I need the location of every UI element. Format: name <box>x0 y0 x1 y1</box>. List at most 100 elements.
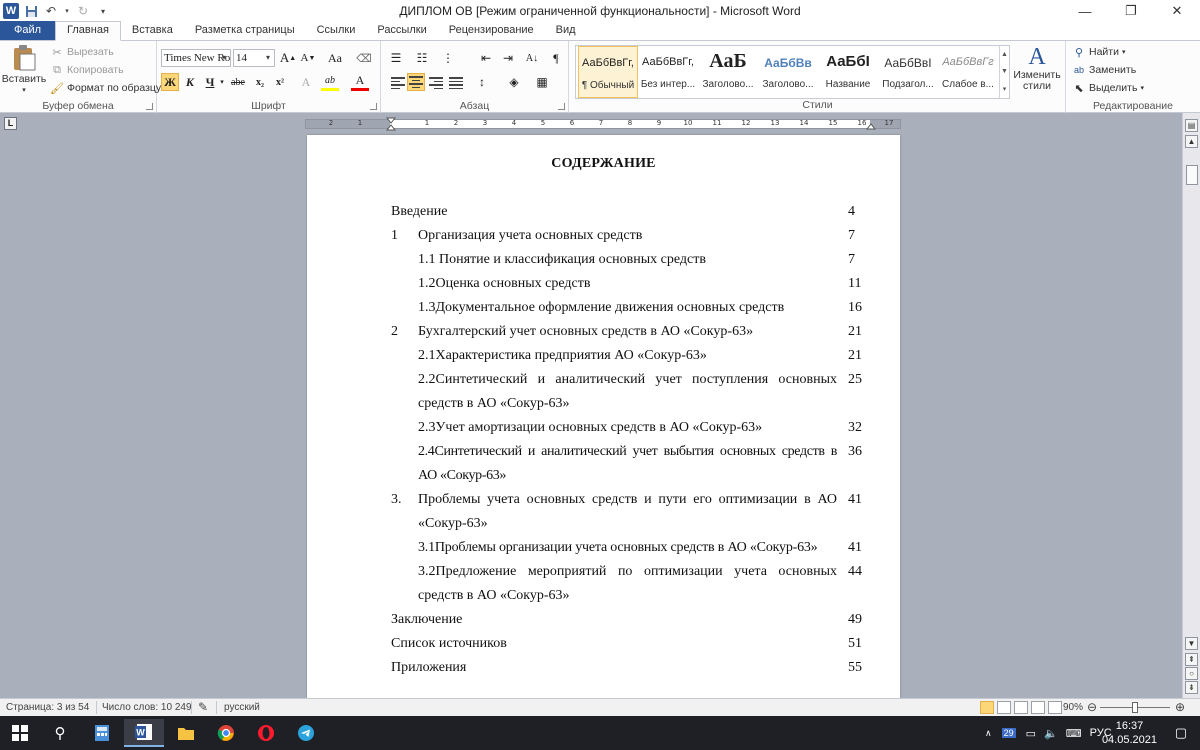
line-spacing-icon[interactable]: ↕ <box>473 73 491 91</box>
change-styles-button[interactable]: A Изменить стили <box>1013 44 1060 92</box>
scroll-up-icon[interactable]: ▲ <box>1185 135 1198 148</box>
next-page-icon[interactable]: ⇟ <box>1185 681 1198 694</box>
keyboard-layout-icon[interactable]: ⌨ <box>1066 727 1082 740</box>
cut-button[interactable]: ✂ Вырезать <box>50 45 113 59</box>
network-icon[interactable]: ▭ <box>1026 727 1036 740</box>
font-family-select[interactable]: Times New Ro ▾ <box>161 49 231 67</box>
toc-entry[interactable]: 3.1Проблемы организации учета основных с… <box>391 536 863 560</box>
style-heading-1[interactable]: АаБ Заголово... <box>698 46 758 98</box>
tab-review[interactable]: Рецензирование <box>438 22 545 40</box>
bold-button[interactable]: Ж <box>161 73 179 91</box>
zoom-in-icon[interactable]: ⊕ <box>1175 700 1185 714</box>
tab-insert[interactable]: Вставка <box>121 22 184 40</box>
file-explorer-icon[interactable] <box>166 719 206 747</box>
word-app-icon[interactable]: W <box>3 3 19 19</box>
tab-home[interactable]: Главная <box>55 21 121 41</box>
toc-entry[interactable]: 1.1 Понятие и классификация основных сре… <box>391 248 863 272</box>
grow-font-button[interactable]: A ▲ <box>279 49 297 67</box>
draft-view-icon[interactable] <box>1048 701 1062 714</box>
save-icon[interactable] <box>23 3 39 19</box>
clock[interactable]: 16:37 04.05.2021 <box>1102 719 1157 747</box>
undo-dropdown-icon[interactable]: ▾ <box>63 3 71 19</box>
style-normal[interactable]: АаБбВвГг, ¶ Обычный <box>578 46 638 98</box>
toc-entry[interactable]: 2.4Синтетический и аналитический учет вы… <box>391 440 863 488</box>
bullets-icon[interactable]: ☰ <box>387 49 405 67</box>
toc-entry[interactable]: 2.1Характеристика предприятия АО «Сокур-… <box>391 344 863 368</box>
redo-icon[interactable]: ↻ <box>75 3 91 19</box>
word-count[interactable]: Число слов: 10 249 <box>102 702 192 713</box>
toc-entry[interactable]: Введение 4 <box>391 200 863 224</box>
tab-selector-button[interactable]: L <box>4 117 17 130</box>
italic-button[interactable]: К <box>181 73 199 91</box>
toc-entry[interactable]: 2.2Синтетический и аналитический учет по… <box>391 368 863 416</box>
toc-entry[interactable]: 1.2Оценка основных средств 11 <box>391 272 863 296</box>
right-indent-marker-icon[interactable] <box>866 122 876 130</box>
clear-formatting-icon[interactable]: ⌫ <box>355 49 373 67</box>
restore-button[interactable]: ❐ <box>1108 0 1154 22</box>
tab-view[interactable]: Вид <box>545 22 587 40</box>
change-case-button[interactable]: Aa <box>323 49 347 67</box>
style-subtitle[interactable]: АаБбВвІ Подзагол... <box>878 46 938 98</box>
toc-entry[interactable]: 1 Организация учета основных средств 7 <box>391 224 863 248</box>
zoom-slider-thumb[interactable] <box>1132 702 1138 713</box>
numbering-icon[interactable]: ☷ <box>413 49 431 67</box>
align-center-button[interactable] <box>407 73 425 91</box>
zoom-out-icon[interactable]: ⊖ <box>1087 700 1097 714</box>
clipboard-launcher-icon[interactable] <box>146 103 153 110</box>
undo-icon[interactable]: ↶ <box>43 3 59 19</box>
sort-icon[interactable]: A↓ <box>523 49 541 67</box>
vertical-scrollbar[interactable]: ▤ ▲ ▼ ⇞ ○ ⇟ <box>1182 113 1200 698</box>
indent-marker-icon[interactable] <box>386 117 396 131</box>
tab-file[interactable]: Файл <box>0 21 56 40</box>
style-title[interactable]: АаБбІ Название <box>818 46 878 98</box>
toc-entry[interactable]: 3.2Предложение мероприятий по оптимизаци… <box>391 560 863 608</box>
underline-dropdown-icon[interactable]: ▾ <box>217 73 227 91</box>
text-effects-button[interactable]: A <box>297 73 315 91</box>
paste-button[interactable]: Вставить ▾ <box>2 44 46 94</box>
font-size-select[interactable]: 14 ▾ <box>233 49 275 67</box>
scroll-down-icon[interactable]: ▼ <box>1000 63 1009 80</box>
toc-entry[interactable]: 2 Бухгалтерский учет основных средств в … <box>391 320 863 344</box>
shrink-font-button[interactable]: A ▼ <box>299 49 317 67</box>
tab-references[interactable]: Ссылки <box>306 22 367 40</box>
superscript-button[interactable]: x² <box>271 73 289 91</box>
align-right-icon[interactable] <box>429 77 443 89</box>
telegram-icon[interactable] <box>286 719 326 747</box>
copy-button[interactable]: ⧉ Копировать <box>50 63 123 77</box>
style-no-spacing[interactable]: АаБбВвГг, Без интер... <box>638 46 698 98</box>
multilevel-list-icon[interactable]: ⋮ <box>439 49 457 67</box>
tab-page-layout[interactable]: Разметка страницы <box>184 22 306 40</box>
full-screen-reading-icon[interactable] <box>997 701 1011 714</box>
windows-start-icon[interactable] <box>0 719 40 747</box>
proofing-icon[interactable]: ✎ <box>198 700 208 714</box>
strikethrough-button[interactable]: abe <box>227 73 249 91</box>
toc-entry[interactable]: 1.3Документальное оформление движения ос… <box>391 296 863 320</box>
find-button[interactable]: ⚲ Найти ▾ <box>1072 45 1126 59</box>
ruler-toggle-icon[interactable]: ▤ <box>1185 119 1198 132</box>
toc-entry[interactable]: Приложения 55 <box>391 656 863 680</box>
decrease-indent-icon[interactable]: ⇤ <box>477 49 495 67</box>
borders-icon[interactable]: ▦ <box>533 73 551 91</box>
highlight-button[interactable]: ab <box>321 73 339 91</box>
increase-indent-icon[interactable]: ⇥ <box>499 49 517 67</box>
print-layout-view-icon[interactable] <box>980 701 994 714</box>
replace-button[interactable]: ab Заменить <box>1072 63 1136 77</box>
document-page[interactable]: СОДЕРЖАНИЕ Введение 4 1 Организация учет… <box>307 135 900 698</box>
show-marks-button[interactable]: ¶ <box>547 49 565 67</box>
search-icon[interactable]: ⚲ <box>40 719 80 747</box>
show-hidden-icons-icon[interactable]: ∧ <box>985 728 992 739</box>
tab-mailings[interactable]: Рассылки <box>366 22 437 40</box>
zoom-level[interactable]: 90% <box>1063 702 1083 713</box>
word-taskbar-icon[interactable]: W <box>124 719 164 747</box>
style-heading-2[interactable]: АаБбВв Заголово... <box>758 46 818 98</box>
previous-page-icon[interactable]: ⇞ <box>1185 653 1198 666</box>
customize-quick-access-icon[interactable]: ▾ <box>95 3 111 19</box>
paragraph-launcher-icon[interactable] <box>558 103 565 110</box>
minimize-button[interactable]: — <box>1062 0 1108 22</box>
shading-icon[interactable]: ◈ <box>505 73 523 91</box>
more-styles-icon[interactable]: ▾ <box>1000 81 1009 98</box>
horizontal-ruler[interactable]: 2 1 1 2 3 4 5 6 7 8 9 10 11 12 13 14 15 … <box>305 117 901 131</box>
opera-icon[interactable] <box>246 719 286 747</box>
toc-entry[interactable]: 2.3Учет амортизации основных средств в А… <box>391 416 863 440</box>
chrome-icon[interactable] <box>206 719 246 747</box>
